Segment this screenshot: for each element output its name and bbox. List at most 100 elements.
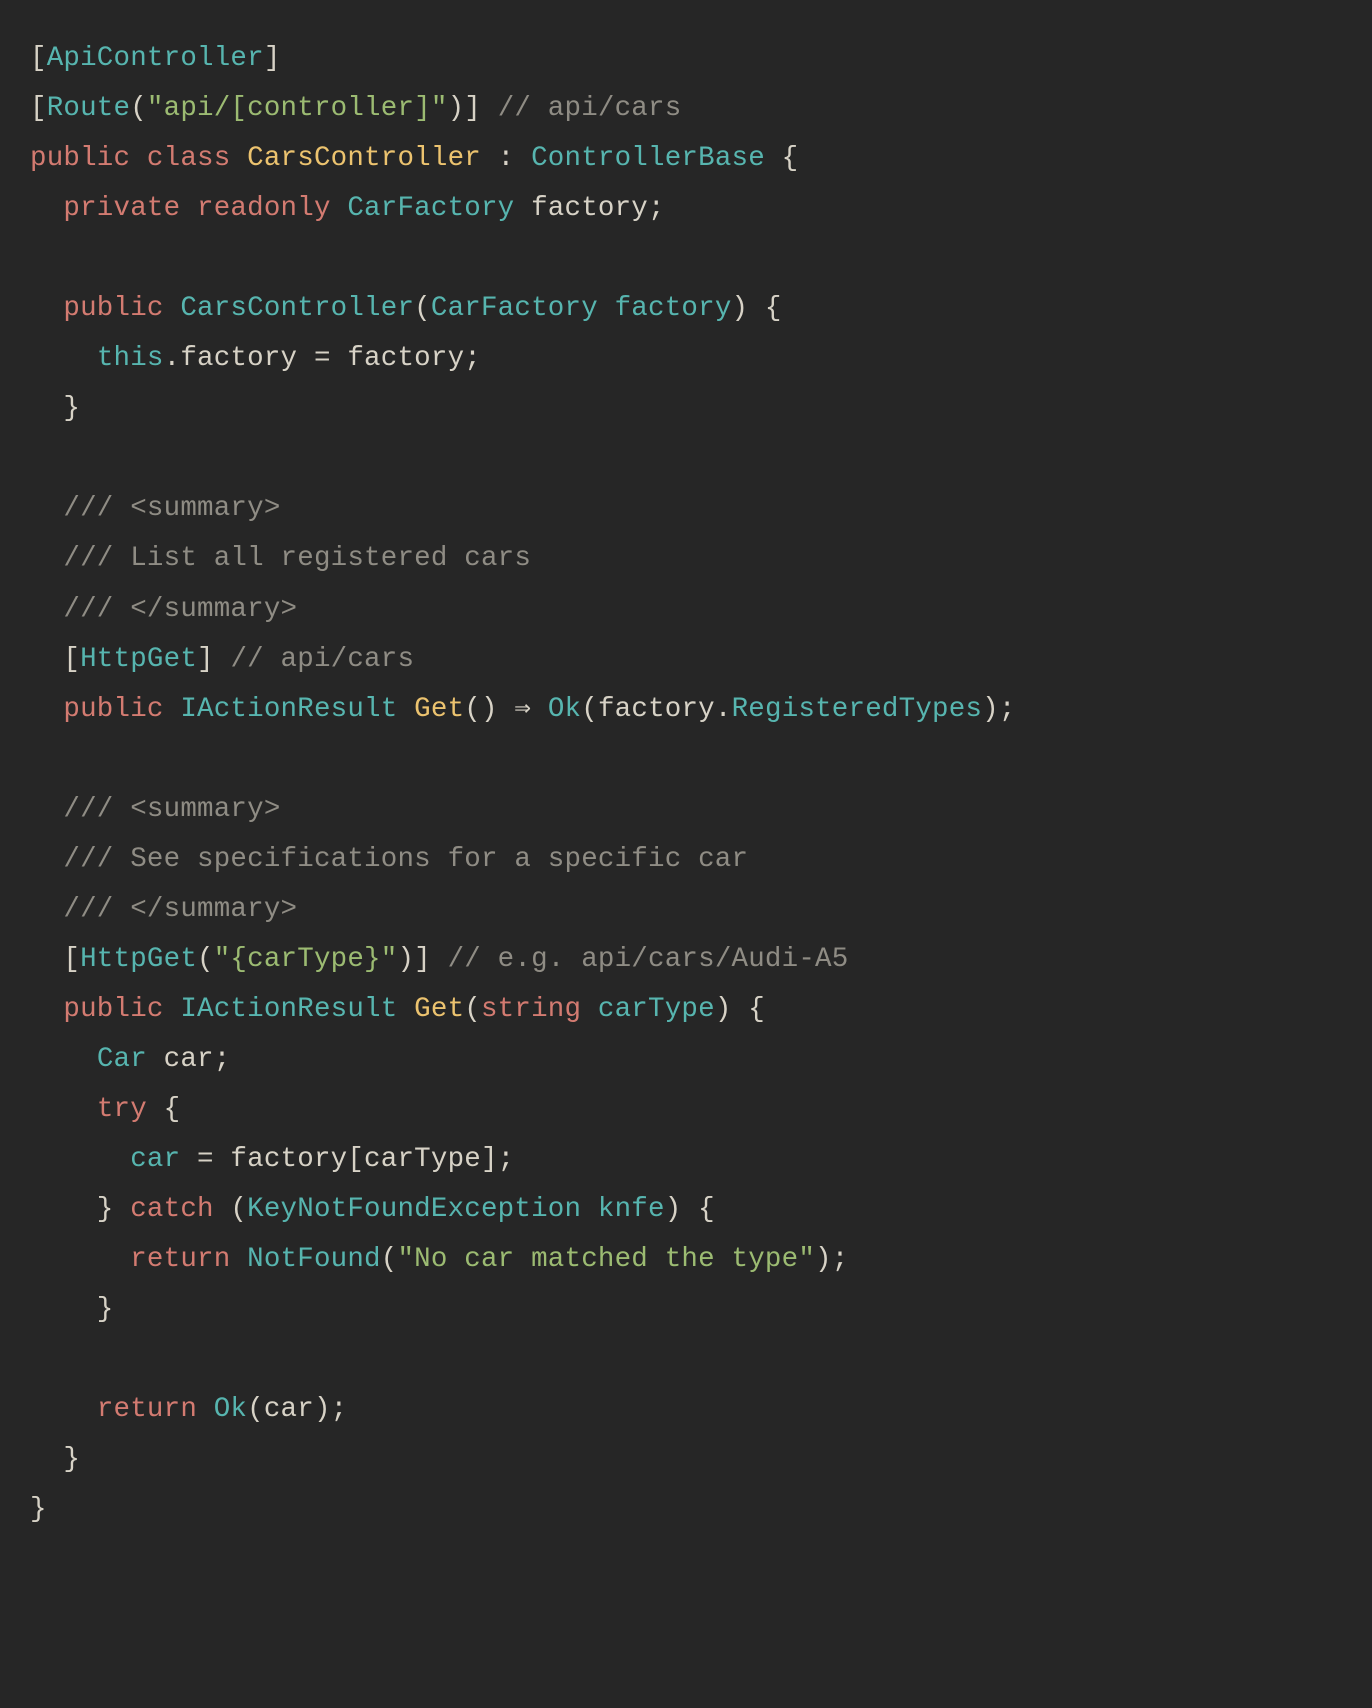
code-token: { xyxy=(765,143,798,174)
code-token: "{carType}" xyxy=(214,944,398,975)
code-token: // api/cars xyxy=(498,93,682,124)
code-token: /// <summary> xyxy=(63,794,280,825)
code-token: car xyxy=(130,1144,180,1175)
code-token xyxy=(30,844,63,875)
code-token: ) { xyxy=(665,1194,715,1225)
code-token: [ xyxy=(30,93,47,124)
code-token: [ xyxy=(30,644,80,675)
code-token: ] xyxy=(197,644,230,675)
code-token: } xyxy=(30,1494,47,1525)
code-token: "api/[controller]" xyxy=(147,93,448,124)
code-token: Ok xyxy=(548,694,581,725)
code-token: ( xyxy=(214,1194,247,1225)
code-token: public xyxy=(63,694,163,725)
code-token xyxy=(30,694,63,725)
code-token: [ xyxy=(30,43,47,74)
code-token: string xyxy=(481,994,581,1025)
code-token: Route xyxy=(47,93,131,124)
code-token: CarsController xyxy=(180,293,414,324)
code-token: Get xyxy=(414,994,464,1025)
code-token xyxy=(30,794,63,825)
code-token: // api/cars xyxy=(230,644,414,675)
code-token xyxy=(30,994,63,1025)
code-token: RegisteredTypes xyxy=(732,694,983,725)
code-token: .factory = factory; xyxy=(164,343,481,374)
code-token: knfe xyxy=(598,1194,665,1225)
code-token: /// See specifications for a specific ca… xyxy=(63,844,748,875)
code-token: CarsController xyxy=(247,143,481,174)
code-token xyxy=(164,694,181,725)
code-token: readonly xyxy=(197,193,331,224)
code-token: } xyxy=(30,1294,114,1325)
code-token: ( xyxy=(381,1244,398,1275)
code-token xyxy=(230,1244,247,1275)
code-token: KeyNotFoundException xyxy=(247,1194,581,1225)
code-token xyxy=(30,293,63,324)
code-token: { xyxy=(147,1094,180,1125)
code-token: HttpGet xyxy=(80,944,197,975)
code-token: CarFactory xyxy=(431,293,598,324)
code-token: Ok xyxy=(214,1394,247,1425)
code-token xyxy=(30,1044,97,1075)
code-token: ( xyxy=(130,93,147,124)
code-token: ) { xyxy=(715,994,765,1025)
code-token: catch xyxy=(130,1194,214,1225)
code-token: () ⇒ xyxy=(464,694,548,725)
code-token: public xyxy=(63,293,163,324)
code-token: : xyxy=(481,143,531,174)
code-token: CarFactory xyxy=(347,193,514,224)
code-token: ApiController xyxy=(47,43,264,74)
code-token: (factory. xyxy=(581,694,731,725)
code-token: } xyxy=(30,393,80,424)
code-token: factory xyxy=(615,293,732,324)
code-token: carType xyxy=(598,994,715,1025)
code-token: private xyxy=(63,193,180,224)
code-token xyxy=(164,293,181,324)
code-token: ] xyxy=(264,43,281,74)
code-token xyxy=(581,994,598,1025)
code-token: IActionResult xyxy=(180,694,397,725)
code-token: HttpGet xyxy=(80,644,197,675)
code-token: factory; xyxy=(514,193,664,224)
code-token xyxy=(30,594,63,625)
code-token xyxy=(30,343,97,374)
code-token xyxy=(30,894,63,925)
code-token: ); xyxy=(815,1244,848,1275)
code-token xyxy=(30,1144,130,1175)
code-token: "No car matched the type" xyxy=(397,1244,815,1275)
code-token xyxy=(397,694,414,725)
code-token: /// <summary> xyxy=(63,493,280,524)
code-token: ControllerBase xyxy=(531,143,765,174)
code-token xyxy=(164,994,181,1025)
code-token xyxy=(30,1394,97,1425)
code-token: /// </summary> xyxy=(63,894,297,925)
code-token xyxy=(130,143,147,174)
code-token: ); xyxy=(982,694,1015,725)
code-token: ( xyxy=(414,293,431,324)
code-token: Get xyxy=(414,694,464,725)
code-token: car; xyxy=(147,1044,231,1075)
code-token: [ xyxy=(30,944,80,975)
code-token xyxy=(180,193,197,224)
code-token xyxy=(30,193,63,224)
code-token: NotFound xyxy=(247,1244,381,1275)
code-token: ( xyxy=(464,994,481,1025)
code-token xyxy=(197,1394,214,1425)
code-token xyxy=(331,193,348,224)
code-token: ) { xyxy=(732,293,782,324)
code-token xyxy=(581,1194,598,1225)
code-token: public xyxy=(63,994,163,1025)
code-token: = factory[carType]; xyxy=(180,1144,514,1175)
code-token: Car xyxy=(97,1044,147,1075)
code-token xyxy=(30,543,63,574)
code-token xyxy=(30,1244,130,1275)
code-token: class xyxy=(147,143,231,174)
code-token xyxy=(230,143,247,174)
code-token: )] xyxy=(397,944,447,975)
code-token: // e.g. api/cars/Audi-A5 xyxy=(448,944,849,975)
code-token: /// </summary> xyxy=(63,594,297,625)
code-token: (car); xyxy=(247,1394,347,1425)
code-token: } xyxy=(30,1444,80,1475)
code-token xyxy=(598,293,615,324)
code-token: IActionResult xyxy=(180,994,397,1025)
